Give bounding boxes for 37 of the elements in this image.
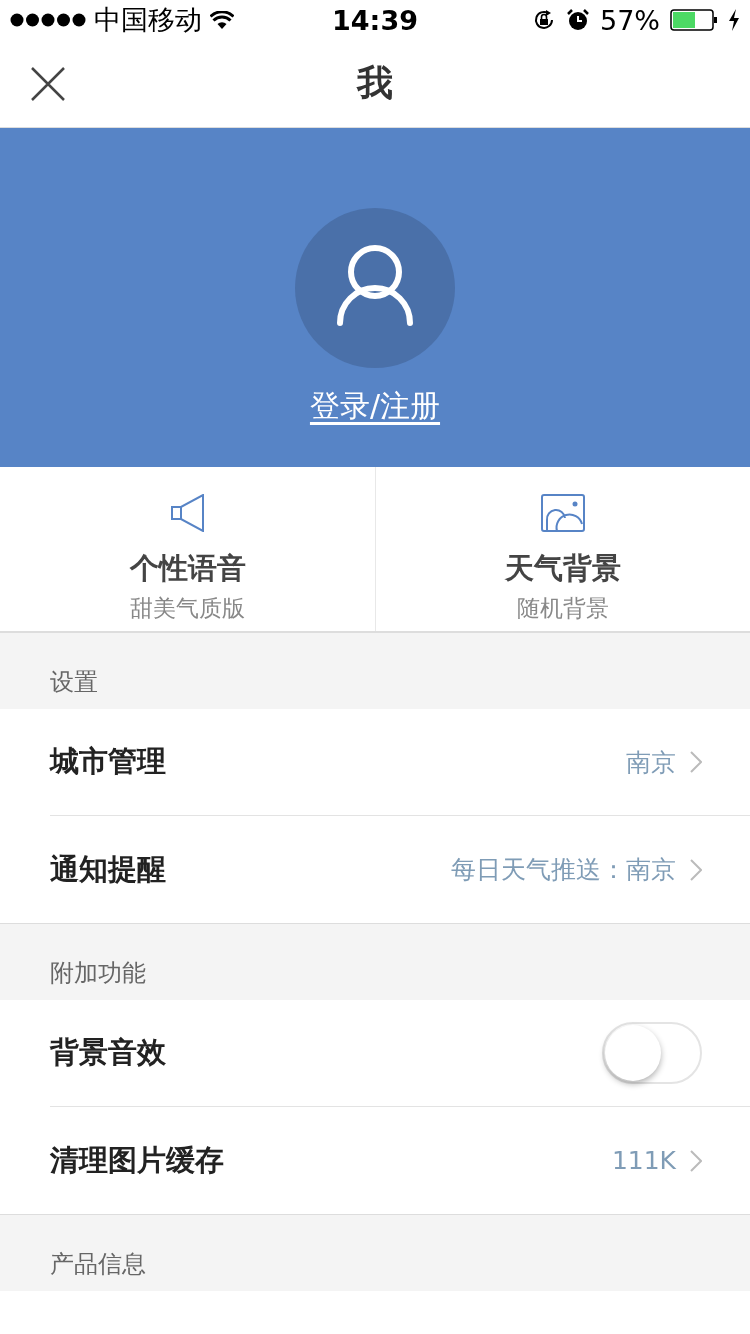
page-title: 我 <box>357 61 393 105</box>
login-link[interactable]: 登录/注册 <box>309 386 441 427</box>
row-value: 111K <box>611 1146 676 1175</box>
image-icon <box>541 494 585 532</box>
battery-percent: 57% <box>600 4 660 36</box>
chevron-icon <box>690 751 702 773</box>
section-header: 附加功能 <box>50 958 146 989</box>
settings-row[interactable]: 清理图片缓存 111K <box>50 1107 750 1214</box>
feature-subtitle: 随机背景 <box>517 594 609 623</box>
avatar-icon[interactable] <box>295 208 455 368</box>
chevron-icon <box>690 1149 702 1172</box>
battery-icon <box>670 9 718 31</box>
settings-row[interactable]: 通知提醒 每日天气推送：南京 <box>50 816 750 923</box>
section-header: 设置 <box>50 667 98 698</box>
row-label: 城市管理 <box>50 743 167 780</box>
feature-tile[interactable]: 个性语音 甜美气质版 <box>0 467 375 631</box>
feature-title: 个性语音 <box>129 550 246 587</box>
row-label: 清理图片缓存 <box>50 1141 225 1179</box>
row-value: 每日天气推送：南京 <box>451 854 676 886</box>
close-button[interactable] <box>30 66 66 102</box>
toggle-switch[interactable] <box>602 1022 702 1084</box>
feature-title: 天气背景 <box>505 550 621 587</box>
row-value: 南京 <box>626 746 676 779</box>
section-header: 产品信息 <box>50 1249 146 1280</box>
clock-time: 14:39 <box>332 4 418 36</box>
charging-icon <box>728 9 740 31</box>
carrier-name: 中国移动 <box>94 3 202 37</box>
chevron-icon <box>690 858 702 881</box>
row-label: 通知提醒 <box>50 850 167 888</box>
wifi-icon <box>210 11 234 29</box>
alarm-icon <box>566 8 590 32</box>
speaker-icon <box>170 494 205 532</box>
feature-tile[interactable]: 天气背景 随机背景 <box>375 467 750 631</box>
rotation-lock-icon <box>532 8 556 32</box>
feature-subtitle: 甜美气质版 <box>130 594 245 623</box>
row-label: 背景音效 <box>50 1034 167 1071</box>
signal-icon <box>10 13 86 27</box>
